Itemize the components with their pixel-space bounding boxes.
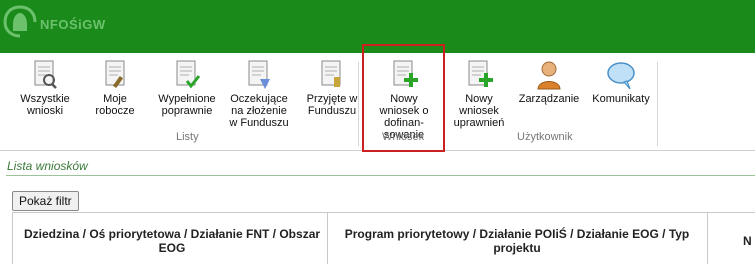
document-accepted-icon — [321, 60, 341, 87]
table-column-divider — [707, 213, 708, 264]
table-header-cell[interactable]: Dziedzina / Oś priorytetowa / Działanie … — [21, 213, 323, 264]
ribbon-filled-correctly[interactable]: Wypełnione poprawnie — [152, 59, 222, 117]
document-pending-icon — [248, 60, 270, 89]
ribbon-label: Wszystkie wnioski — [20, 93, 70, 117]
ribbon-label: Komunikaty — [592, 93, 650, 105]
ribbon-pending-submission[interactable]: Oczekujące na złożenie w Funduszu — [224, 59, 294, 129]
show-filter-button[interactable]: Pokaż filtr — [12, 191, 79, 211]
ribbon-separator — [358, 62, 359, 146]
ribbon-separator — [657, 62, 658, 146]
page-title: Lista wniosków — [7, 159, 88, 173]
ribbon-label: Nowy wniosek uprawnień — [453, 93, 505, 129]
ribbon-label: Moje robocze — [95, 93, 135, 117]
ribbon-all-applications[interactable]: Wszystkie wnioski — [10, 59, 80, 117]
logo-icon — [3, 5, 37, 38]
table-header-cell[interactable]: Program priorytetowy / Działanie POIiŚ /… — [331, 213, 703, 264]
speech-bubble-icon — [607, 62, 635, 90]
table-header-cell[interactable]: N — [743, 213, 755, 264]
ribbon-my-drafts[interactable]: Moje robocze — [80, 59, 150, 117]
document-check-icon — [176, 60, 201, 89]
document-add-icon — [468, 60, 493, 87]
ribbon-label: Wypełnione poprawnie — [158, 93, 216, 117]
applications-table: Dziedzina / Oś priorytetowa / Działanie … — [12, 212, 755, 264]
ribbon-new-permissions-application[interactable]: Nowy wniosek uprawnień — [444, 59, 514, 129]
ribbon-group-label: Listy — [176, 131, 199, 143]
table-column-divider — [327, 213, 328, 264]
document-search-icon — [34, 60, 57, 89]
ribbon-label: Przyjęte w Funduszu — [306, 93, 358, 117]
logo-text: NFOŚiGW — [40, 17, 106, 32]
ribbon-management[interactable]: Zarządzanie — [514, 59, 584, 105]
ribbon-accepted[interactable]: Przyjęte w Funduszu — [297, 59, 367, 117]
ribbon-group-label: Użytkownik — [517, 131, 573, 143]
document-edit-icon — [105, 60, 125, 89]
ribbon-label: Oczekujące na złożenie w Funduszu — [229, 93, 289, 129]
highlight-frame — [362, 44, 445, 152]
divider — [6, 175, 755, 176]
user-icon — [537, 61, 561, 90]
ribbon-label: Zarządzanie — [518, 93, 580, 105]
ribbon-messages[interactable]: Komunikaty — [586, 59, 656, 105]
